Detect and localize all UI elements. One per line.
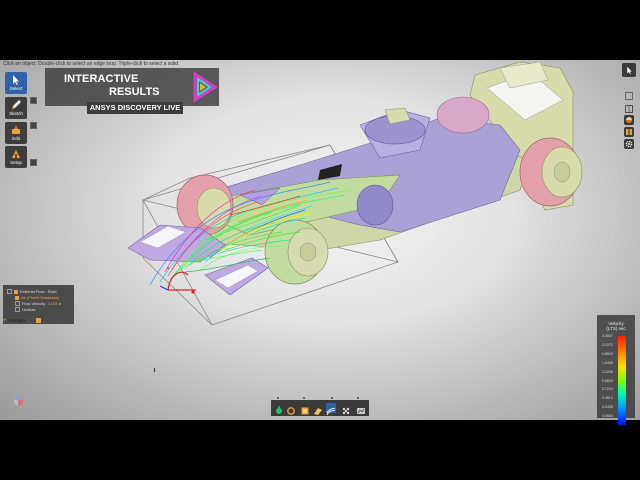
dropdown-arrow-icon[interactable]: ▸	[59, 301, 61, 306]
setup-tool-expand[interactable]	[30, 159, 37, 166]
legend-tick-label: 0.0000	[602, 414, 613, 419]
interactive-results-banner: INTERACTIVE RESULTS	[45, 68, 219, 106]
tree-item-air[interactable]: Air (Fluent Database)	[15, 295, 59, 300]
outflow-icon	[15, 307, 20, 312]
rear-wheel-right	[436, 96, 490, 134]
setup-tool-button[interactable]: Setup	[5, 146, 27, 168]
car-model[interactable]	[0, 60, 640, 420]
legend-tick-label: 1.6408	[602, 360, 613, 365]
setup-icon	[12, 150, 20, 158]
flow-velocity-value[interactable]: 2.103	[47, 301, 57, 306]
sketch-tool-expand[interactable]	[30, 122, 37, 129]
legend-tick-label: 0.2405	[602, 405, 613, 410]
streamlines-icon	[326, 407, 336, 416]
legend-title-line-2: (LTS) sec	[606, 326, 626, 331]
folder-icon	[14, 289, 18, 294]
surface-plot-button[interactable]	[300, 403, 310, 415]
select-tool-label: Select	[9, 86, 23, 91]
pencil-icon	[12, 100, 21, 109]
section-plane-button[interactable]	[313, 403, 323, 415]
banner-line-2: RESULTS	[109, 86, 160, 98]
solution-plus-icon: +	[3, 317, 7, 324]
settings-button[interactable]	[624, 139, 634, 149]
legend-tick-label: 1.8920	[602, 351, 613, 356]
cursor-icon	[626, 66, 632, 74]
section-button[interactable]	[624, 127, 634, 137]
section-icon	[626, 129, 632, 135]
arrow-icon	[15, 301, 20, 306]
chart-icon	[357, 408, 365, 414]
plane-icon	[314, 408, 322, 415]
legend-tick-label: 2.0272	[602, 342, 613, 347]
monitor-icon	[287, 407, 295, 415]
material-icon	[626, 117, 632, 123]
tree-item-label: Air (Fluent Database)	[21, 295, 60, 300]
probe-icon	[276, 406, 282, 414]
legend-tick-label: 0.4813	[602, 396, 613, 401]
setup-tool-label: Setup	[10, 160, 22, 165]
legend-color-bar	[618, 336, 626, 425]
material-button[interactable]	[624, 115, 634, 125]
sketch-tool-button[interactable]: Sketch	[5, 97, 27, 119]
legend-tick-label: 0.7224	[602, 387, 613, 392]
toolbar-pip	[357, 397, 359, 399]
tree-item-external-flow[interactable]: External Flow - Fluid	[7, 289, 56, 294]
material-icon	[15, 295, 19, 300]
sketch-tool-label: Sketch	[9, 111, 23, 116]
legend-tick-label: 0.8834	[602, 378, 613, 383]
probe-button[interactable]	[274, 403, 284, 414]
cursor-icon	[13, 75, 19, 85]
front-wheel-right	[176, 174, 234, 236]
edit-tool-button[interactable]: Edit	[5, 122, 27, 144]
particles-icon	[342, 407, 350, 415]
select-tool-button[interactable]: Select	[5, 72, 27, 94]
grid-icon	[625, 105, 633, 113]
toolbar-pip	[303, 397, 305, 399]
velocity-legend: Velocity (LTS) sec 2.4547 2.0272 1.8920 1.6…	[597, 315, 635, 425]
solution-label: Solution	[8, 318, 25, 323]
streamlines-button[interactable]	[326, 403, 336, 416]
legend-tick-label: 2.4547	[602, 334, 613, 338]
chart-button[interactable]	[356, 403, 366, 414]
view-cube-button[interactable]	[623, 90, 635, 102]
3d-viewport[interactable]	[0, 60, 640, 420]
gear-icon	[625, 140, 633, 148]
edit-icon	[12, 125, 20, 134]
legend-tick-label: 1.2248	[602, 369, 613, 374]
view-orientation-cube-icon[interactable]	[11, 394, 25, 408]
surface-plot-icon	[301, 407, 309, 415]
tree-item-label: Flow Velocity	[22, 301, 46, 306]
select-tool-expand[interactable]	[30, 97, 37, 104]
monitor-button[interactable]	[286, 403, 296, 415]
expand-box-icon	[7, 289, 12, 294]
tree-item-label: Outflow	[22, 307, 36, 312]
discovery-logo-icon	[193, 71, 218, 103]
bottom-toolbar	[271, 397, 369, 416]
edit-tool-label: Edit	[12, 136, 20, 141]
solution-item[interactable]: + Solution	[3, 317, 41, 324]
tree-item-outflow[interactable]: Outflow	[15, 307, 36, 312]
clock-icon[interactable]	[26, 317, 34, 324]
product-subtitle: ANSYS DISCOVERY LIVE	[87, 102, 183, 114]
particles-button[interactable]	[341, 403, 351, 415]
tree-item-label: External Flow - Fluid	[20, 289, 57, 294]
status-hint: Click an object. Double-click to select …	[3, 61, 180, 67]
banner-line-1: INTERACTIVE	[64, 73, 139, 85]
mouse-cursor-icon	[154, 368, 158, 372]
cube-outline-icon	[625, 92, 633, 100]
right-select-button[interactable]	[622, 63, 636, 77]
tree-item-flow-velocity[interactable]: Flow Velocity 2.103 ▸	[15, 301, 61, 306]
toolbar-pip	[277, 397, 279, 399]
run-icon[interactable]	[35, 318, 41, 323]
display-mode-button[interactable]	[623, 103, 635, 115]
toolbar-pip	[331, 397, 333, 399]
legend-title: Velocity (LTS) sec	[597, 321, 635, 331]
